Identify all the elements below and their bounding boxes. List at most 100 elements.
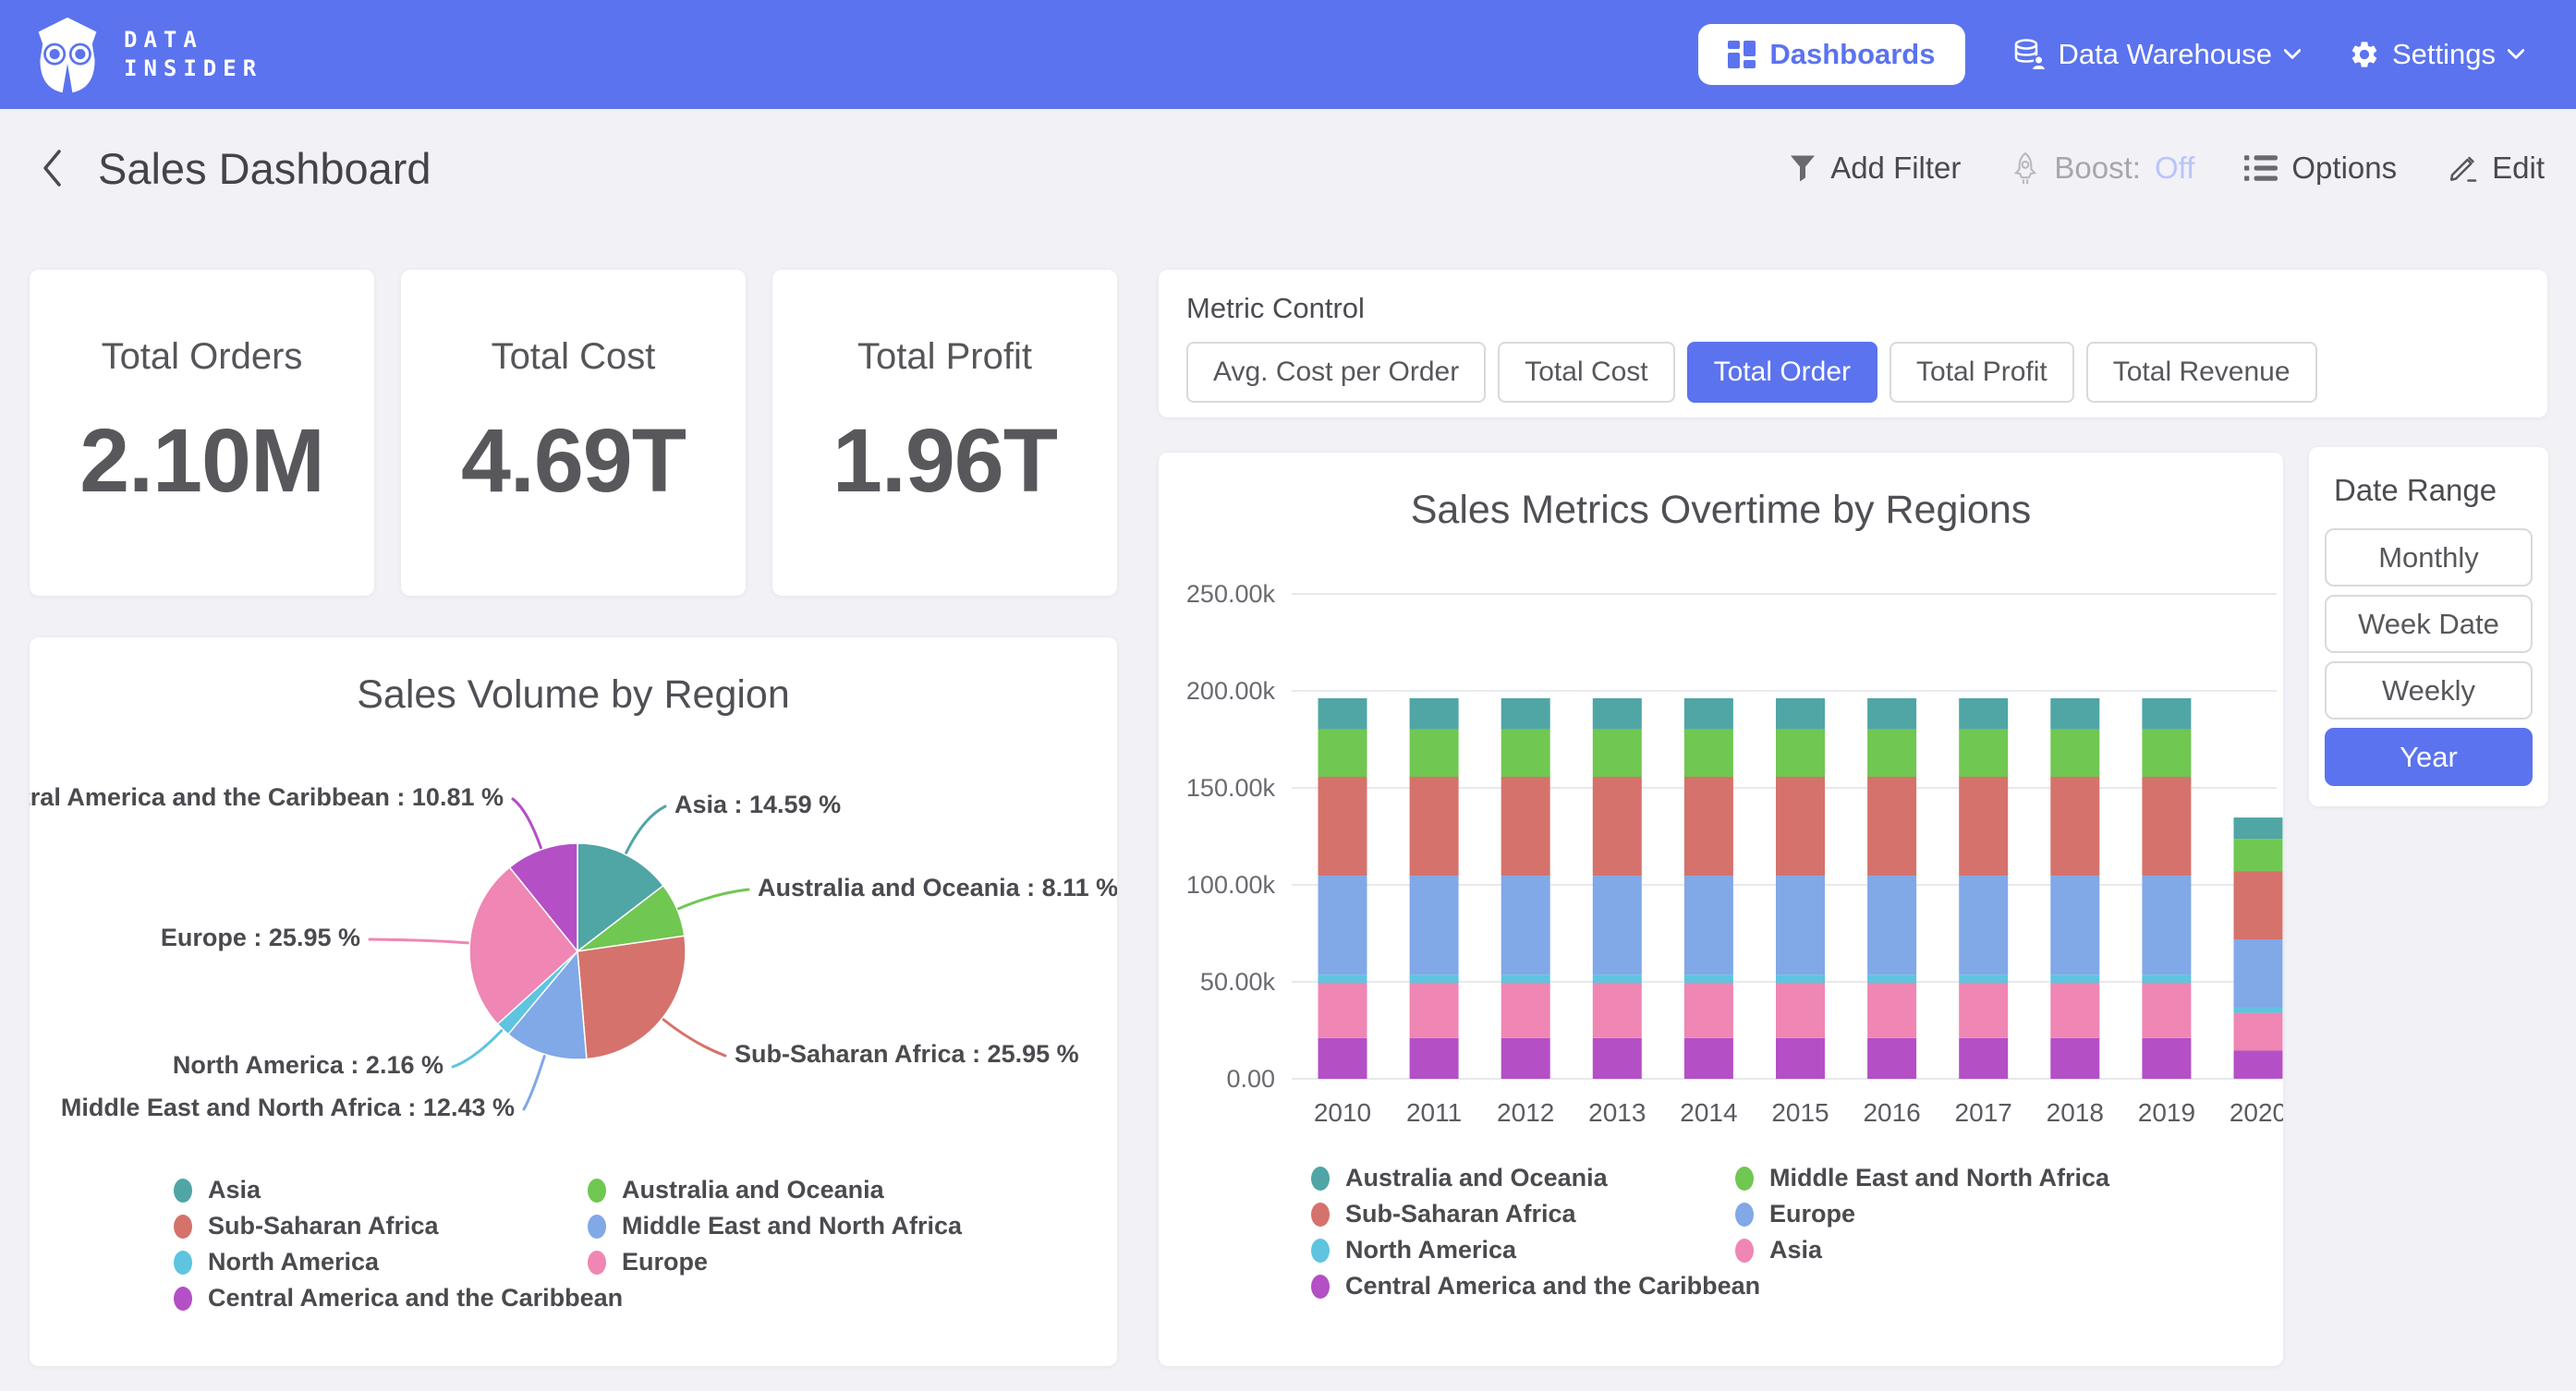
bar-segment-sub-saharan-africa bbox=[1776, 777, 1825, 876]
legend-dot-icon bbox=[1311, 1239, 1330, 1263]
bar-segment-asia bbox=[1593, 983, 1642, 1038]
nav-dashboards[interactable]: Dashboards bbox=[1698, 24, 1964, 85]
kpi-value: 1.96T bbox=[772, 409, 1117, 513]
nav-data-warehouse-label: Data Warehouse bbox=[2059, 38, 2272, 71]
bar-segment-north-america bbox=[2050, 974, 2099, 983]
metric-option-total-cost[interactable]: Total Cost bbox=[1498, 342, 1674, 403]
options-button[interactable]: Options bbox=[2244, 151, 2397, 186]
legend-item-label: Central America and the Caribbean bbox=[208, 1284, 623, 1312]
legend-dot-icon bbox=[588, 1215, 606, 1239]
x-axis-tick-label: 2016 bbox=[1863, 1098, 1920, 1127]
legend-item-australia-and-oceania[interactable]: Australia and Oceania bbox=[588, 1178, 962, 1203]
nav-data-warehouse[interactable]: Data Warehouse bbox=[2013, 38, 2301, 71]
bar-segment-north-america bbox=[2142, 974, 2191, 983]
pencil-icon bbox=[2447, 152, 2478, 184]
rocket-icon bbox=[2011, 151, 2040, 185]
bar-segment-australia-and-oceania bbox=[1867, 698, 1916, 730]
date-range-option-weekly[interactable]: Weekly bbox=[2325, 661, 2533, 720]
metric-option-avg-cost-per-order[interactable]: Avg. Cost per Order bbox=[1186, 342, 1486, 403]
nav-settings[interactable]: Settings bbox=[2349, 38, 2524, 71]
brand-logo[interactable]: DATA INSIDER bbox=[33, 16, 262, 94]
bar-segment-north-america bbox=[1410, 974, 1459, 983]
bar-segment-central-america-and-the-caribbean bbox=[1593, 1038, 1642, 1079]
bar-segment-middle-east-and-north-africa bbox=[1410, 730, 1459, 777]
kpi-label: Total Orders bbox=[30, 336, 374, 378]
legend-item-middle-east-and-north-africa[interactable]: Middle East and North Africa bbox=[1735, 1166, 2109, 1191]
kpi-card-total-profit: Total Profit 1.96T bbox=[772, 270, 1117, 596]
bar-segment-middle-east-and-north-africa bbox=[1318, 730, 1367, 777]
database-icon bbox=[2013, 38, 2047, 71]
legend-item-sub-saharan-africa[interactable]: Sub-Saharan Africa bbox=[1311, 1202, 1760, 1227]
legend-item-middle-east-and-north-africa[interactable]: Middle East and North Africa bbox=[588, 1214, 962, 1239]
y-axis-tick-label: 100.00k bbox=[1186, 871, 1276, 899]
bar-segment-asia bbox=[1318, 983, 1367, 1038]
date-range-option-week-date[interactable]: Week Date bbox=[2325, 595, 2533, 653]
bar-segment-central-america-and-the-caribbean bbox=[2050, 1038, 2099, 1079]
top-nav: DATA INSIDER Dashboards Data Warehouse bbox=[0, 0, 2576, 109]
legend-item-label: Asia bbox=[208, 1176, 261, 1204]
kpi-value: 2.10M bbox=[30, 409, 374, 513]
legend-item-australia-and-oceania[interactable]: Australia and Oceania bbox=[1311, 1166, 1760, 1191]
legend-item-europe[interactable]: Europe bbox=[1735, 1202, 2109, 1227]
legend-item-central-america-and-the-caribbean[interactable]: Central America and the Caribbean bbox=[174, 1286, 623, 1311]
boost-state: Off bbox=[2155, 151, 2194, 186]
x-axis-tick-label: 2018 bbox=[2047, 1098, 2104, 1127]
metric-option-total-revenue[interactable]: Total Revenue bbox=[2086, 342, 2317, 403]
legend-item-north-america[interactable]: North America bbox=[174, 1250, 623, 1275]
y-axis-tick-label: 250.00k bbox=[1186, 580, 1276, 608]
add-filter-button[interactable]: Add Filter bbox=[1789, 151, 1961, 186]
bar-segment-central-america-and-the-caribbean bbox=[1501, 1038, 1550, 1079]
bar-segment-australia-and-oceania bbox=[1684, 698, 1733, 730]
bar-segment-australia-and-oceania bbox=[1318, 698, 1367, 730]
date-range-option-monthly[interactable]: Monthly bbox=[2325, 528, 2533, 587]
bar-segment-asia bbox=[1959, 983, 2008, 1038]
chevron-down-icon bbox=[2284, 49, 2301, 60]
edit-label: Edit bbox=[2492, 151, 2545, 186]
date-range-label: Date Range bbox=[2334, 473, 2533, 508]
pie-label-line bbox=[626, 806, 665, 853]
legend-item-label: Middle East and North Africa bbox=[1769, 1164, 2109, 1192]
x-axis-tick-label: 2013 bbox=[1588, 1098, 1646, 1127]
list-options-icon bbox=[2244, 155, 2278, 181]
pie-label-line bbox=[524, 1057, 544, 1110]
x-axis-tick-label: 2020 bbox=[2230, 1098, 2283, 1127]
date-range-option-year[interactable]: Year bbox=[2325, 728, 2533, 786]
bar-segment-australia-and-oceania bbox=[1593, 698, 1642, 730]
pie-chart-card: Sales Volume by Region Asia : 14.59 %Aus… bbox=[30, 637, 1117, 1366]
dashboard-grid-icon bbox=[1728, 41, 1756, 68]
chevron-left-icon bbox=[37, 148, 68, 188]
edit-button[interactable]: Edit bbox=[2447, 151, 2545, 186]
legend-item-asia[interactable]: Asia bbox=[174, 1178, 623, 1203]
metric-option-total-profit[interactable]: Total Profit bbox=[1889, 342, 2074, 403]
bar-chart-card: 0.0050.00k100.00k150.00k200.00k250.00k20… bbox=[1159, 453, 2283, 1366]
bar-segment-north-america bbox=[1776, 974, 1825, 983]
kpi-label: Total Cost bbox=[401, 336, 746, 378]
bar-segment-europe bbox=[1959, 876, 2008, 974]
legend-item-europe[interactable]: Europe bbox=[588, 1250, 962, 1275]
bar-segment-central-america-and-the-caribbean bbox=[1867, 1038, 1916, 1079]
x-axis-tick-label: 2010 bbox=[1314, 1098, 1371, 1127]
bar-segment-middle-east-and-north-africa bbox=[1501, 730, 1550, 777]
bar-segment-middle-east-and-north-africa bbox=[2142, 730, 2191, 777]
pie-slice-label: Sub-Saharan Africa : 25.95 % bbox=[735, 1040, 1079, 1068]
boost-toggle[interactable]: Boost: Off bbox=[2011, 151, 2194, 186]
bar-segment-australia-and-oceania bbox=[2234, 817, 2283, 839]
bar-segment-central-america-and-the-caribbean bbox=[1684, 1038, 1733, 1079]
legend-item-north-america[interactable]: North America bbox=[1311, 1238, 1760, 1263]
legend-dot-icon bbox=[174, 1179, 192, 1203]
legend-item-asia[interactable]: Asia bbox=[1735, 1238, 2109, 1263]
pie-slice-label: Asia : 14.59 % bbox=[674, 791, 841, 818]
brand-line1: DATA bbox=[124, 26, 262, 54]
bar-segment-central-america-and-the-caribbean bbox=[1318, 1038, 1367, 1079]
metric-option-total-order[interactable]: Total Order bbox=[1687, 342, 1877, 403]
legend-item-central-america-and-the-caribbean[interactable]: Central America and the Caribbean bbox=[1311, 1274, 1760, 1299]
bar-segment-north-america bbox=[2234, 1008, 2283, 1013]
x-axis-tick-label: 2014 bbox=[1680, 1098, 1737, 1127]
bar-segment-sub-saharan-africa bbox=[1410, 777, 1459, 876]
bar-segment-central-america-and-the-caribbean bbox=[1410, 1038, 1459, 1079]
legend-item-sub-saharan-africa[interactable]: Sub-Saharan Africa bbox=[174, 1214, 623, 1239]
pie-label-line bbox=[663, 1020, 725, 1056]
legend-dot-icon bbox=[588, 1251, 606, 1275]
options-label: Options bbox=[2291, 151, 2397, 186]
back-button[interactable] bbox=[31, 142, 74, 194]
